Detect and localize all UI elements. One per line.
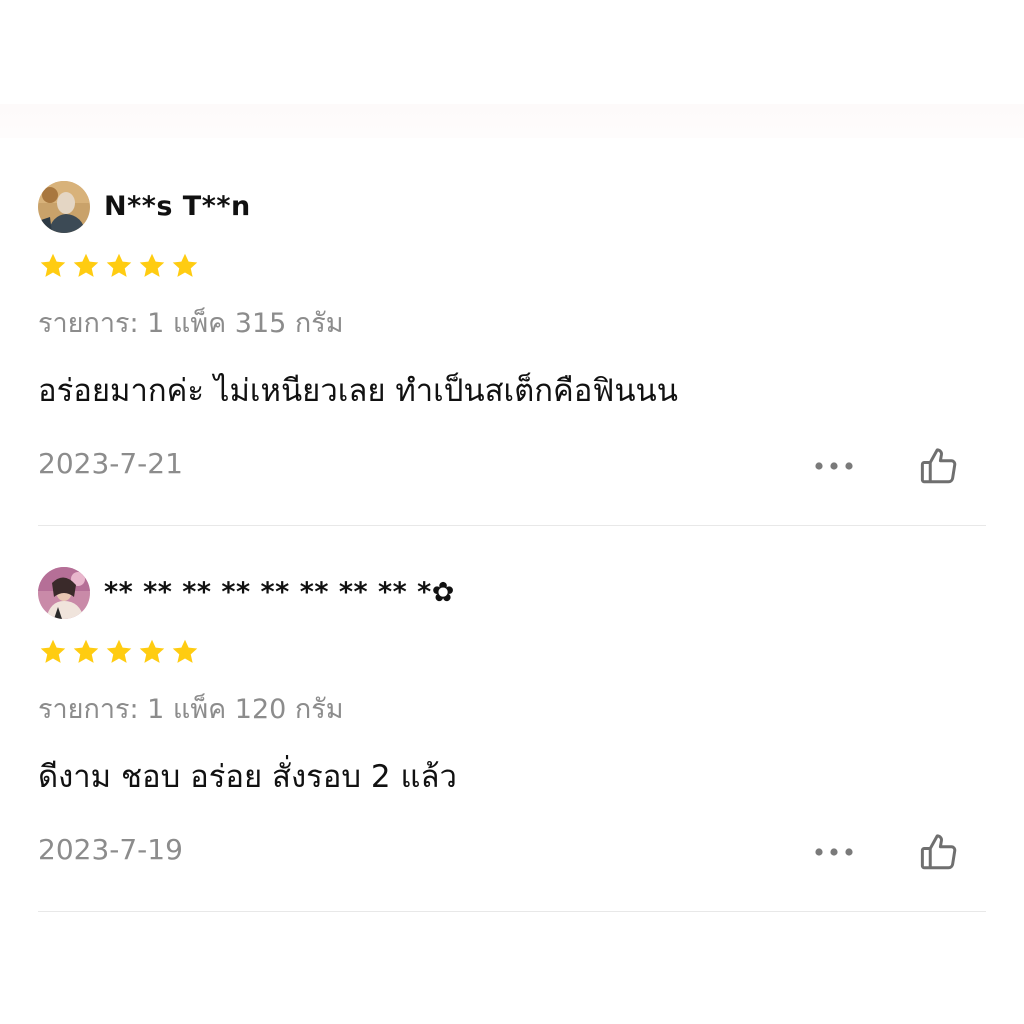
star-icon (40, 253, 66, 277)
star-icon (73, 253, 99, 277)
star-icon (40, 639, 66, 663)
review-comment: อร่อยมากค่ะ ไม่เหนียวเลย ทำเป็นสเต็กคือฟ… (38, 373, 678, 409)
review-item: ** ** ** ** ** ** ** ** *✿ รายการ: 1 แพ็… (38, 567, 986, 953)
more-dots-icon (815, 462, 853, 470)
like-button[interactable] (916, 829, 962, 875)
star-rating (38, 251, 200, 281)
star-icon (73, 639, 99, 663)
variant-label: รายการ: 1 แพ็ค 315 กรัม (38, 308, 344, 339)
more-options-button[interactable] (808, 835, 860, 869)
reviewer-name: N**s T**n (104, 191, 251, 222)
star-icon (106, 639, 132, 663)
review-item: N**s T**n รายการ: 1 แพ็ค 315 กรัม อร่อยม… (38, 181, 986, 567)
star-rating (38, 637, 200, 667)
divider (38, 525, 986, 526)
divider (38, 911, 986, 912)
review-date: 2023-7-19 (38, 833, 183, 866)
star-icon (106, 253, 132, 277)
review-comment: ดีงาม ชอบ อร่อย สั่งรอบ 2 แล้ว (38, 759, 457, 795)
header-band (0, 104, 1024, 138)
star-icon (172, 253, 198, 277)
reviewer-name: ** ** ** ** ** ** ** ** *✿ (104, 577, 455, 608)
avatar[interactable] (38, 181, 90, 233)
avatar[interactable] (38, 567, 90, 619)
star-icon (139, 253, 165, 277)
thumbs-up-icon (920, 834, 957, 870)
variant-label: รายการ: 1 แพ็ค 120 กรัม (38, 694, 344, 725)
more-dots-icon (815, 848, 853, 856)
review-page: N**s T**n รายการ: 1 แพ็ค 315 กรัม อร่อยม… (0, 0, 1024, 1024)
thumbs-up-icon (920, 448, 957, 484)
more-options-button[interactable] (808, 449, 860, 483)
star-icon (172, 639, 198, 663)
star-icon (139, 639, 165, 663)
review-date: 2023-7-21 (38, 447, 183, 480)
like-button[interactable] (916, 443, 962, 489)
